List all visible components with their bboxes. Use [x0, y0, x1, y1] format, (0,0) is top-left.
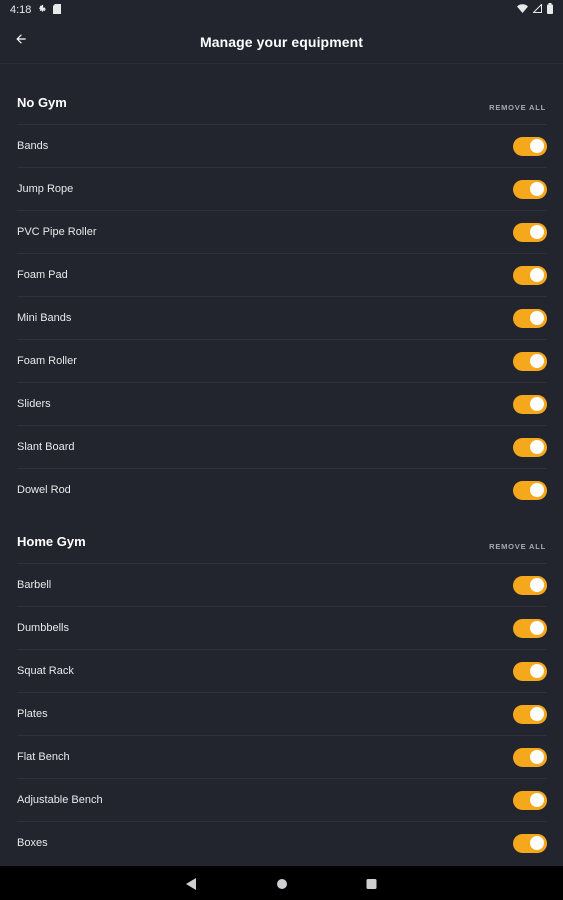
toggle-knob: [530, 268, 544, 282]
equipment-toggle[interactable]: [513, 480, 547, 500]
equipment-toggle[interactable]: [513, 575, 547, 595]
toggle-knob: [530, 578, 544, 592]
toggle-knob: [530, 440, 544, 454]
toggle-knob: [530, 225, 544, 239]
status-time: 4:18: [10, 4, 32, 16]
equipment-label: Sliders: [17, 398, 51, 410]
toggle-knob: [530, 311, 544, 325]
equipment-row[interactable]: Plates: [17, 692, 547, 735]
equipment-label: Flat Bench: [17, 751, 70, 763]
equipment-row[interactable]: Mini Bands: [17, 296, 547, 339]
section-header: Home Gym REMOVE ALL: [0, 511, 563, 563]
equipment-row[interactable]: Barbell: [17, 563, 547, 606]
system-nav-bar: [0, 866, 563, 900]
toggle-knob: [530, 182, 544, 196]
equipment-row[interactable]: PVC Pipe Roller: [17, 210, 547, 253]
page-title: Manage your equipment: [199, 33, 364, 50]
equipment-row[interactable]: Sliders: [17, 382, 547, 425]
equipment-toggle[interactable]: [513, 308, 547, 328]
equipment-toggle[interactable]: [513, 351, 547, 371]
equipment-label: Slant Board: [17, 441, 75, 453]
equipment-label: Barbell: [17, 579, 52, 591]
equipment-row[interactable]: Squat Rack: [17, 649, 547, 692]
equipment-toggle[interactable]: [513, 618, 547, 638]
toggle-knob: [530, 397, 544, 411]
triangle-back-icon[interactable]: [185, 877, 197, 895]
toggle-knob: [530, 707, 544, 721]
equipment-row[interactable]: Adjustable Bench: [17, 778, 547, 821]
equipment-label: Plates: [17, 708, 48, 720]
signal-icon: [532, 3, 542, 16]
equipment-toggle[interactable]: [513, 704, 547, 724]
equipment-row[interactable]: Flat Bench: [17, 735, 547, 778]
equipment-label: Dumbbells: [17, 622, 69, 634]
equipment-label: PVC Pipe Roller: [17, 226, 97, 238]
equipment-toggle[interactable]: [513, 437, 547, 457]
status-bar: 4:18: [0, 0, 563, 20]
equipment-label: Foam Roller: [17, 355, 77, 367]
remove-all-button[interactable]: REMOVE ALL: [489, 542, 546, 551]
remove-all-button[interactable]: REMOVE ALL: [489, 103, 546, 112]
toggle-knob: [530, 793, 544, 807]
equipment-toggle[interactable]: [513, 661, 547, 681]
equipment-toggle[interactable]: [513, 265, 547, 285]
equipment-label: Bands: [17, 140, 49, 152]
equipment-row[interactable]: Bands: [17, 124, 547, 167]
equipment-row[interactable]: Jump Rope: [17, 167, 547, 210]
section-header: No Gym REMOVE ALL: [0, 64, 563, 124]
toggle-knob: [530, 836, 544, 850]
circle-home-icon[interactable]: [276, 877, 288, 895]
equipment-row[interactable]: Foam Roller: [17, 339, 547, 382]
toggle-knob: [530, 750, 544, 764]
arrow-left-icon: [14, 32, 28, 51]
equipment-toggle[interactable]: [513, 747, 547, 767]
sim-card-icon: [53, 3, 62, 17]
equipment-row[interactable]: Boxes: [17, 821, 547, 864]
gear-icon: [37, 4, 47, 17]
equipment-toggle[interactable]: [513, 833, 547, 853]
battery-icon: [547, 3, 553, 17]
square-recents-icon[interactable]: [366, 877, 377, 895]
toggle-knob: [530, 664, 544, 678]
equipment-label: Dowel Rod: [17, 484, 71, 496]
equipment-list[interactable]: No Gym REMOVE ALL Bands Jump Rope PVC Pipe R…: [0, 64, 563, 866]
equipment-label: Adjustable Bench: [17, 794, 103, 806]
equipment-label: Foam Pad: [17, 269, 68, 281]
equipment-label: Jump Rope: [17, 183, 74, 195]
app-bar: Manage your equipment: [0, 20, 563, 64]
equipment-toggle[interactable]: [513, 136, 547, 156]
toggle-knob: [530, 139, 544, 153]
equipment-row[interactable]: Dumbbells: [17, 606, 547, 649]
toggle-knob: [530, 483, 544, 497]
equipment-row[interactable]: Foam Pad: [17, 253, 547, 296]
equipment-toggle[interactable]: [513, 790, 547, 810]
equipment-toggle[interactable]: [513, 179, 547, 199]
equipment-label: Boxes: [17, 837, 48, 849]
section-title: No Gym: [17, 95, 67, 110]
toggle-knob: [530, 621, 544, 635]
equipment-label: Mini Bands: [17, 312, 72, 324]
section-title: Home Gym: [17, 534, 86, 549]
back-button[interactable]: [8, 28, 34, 54]
equipment-row[interactable]: Dowel Rod: [17, 468, 547, 511]
equipment-toggle[interactable]: [513, 394, 547, 414]
equipment-label: Squat Rack: [17, 665, 74, 677]
toggle-knob: [530, 354, 544, 368]
wifi-icon: [517, 4, 528, 16]
equipment-row[interactable]: Slant Board: [17, 425, 547, 468]
equipment-toggle[interactable]: [513, 222, 547, 242]
